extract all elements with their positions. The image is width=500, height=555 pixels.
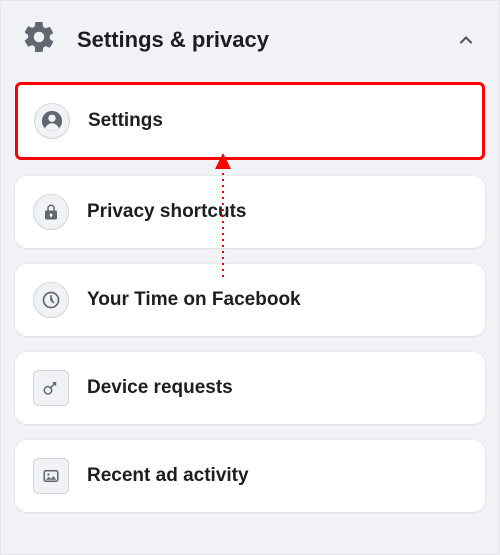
menu-item-label: Device requests xyxy=(87,377,233,399)
gear-icon xyxy=(21,19,57,60)
menu-item-label: Recent ad activity xyxy=(87,465,249,487)
menu-item-privacy-shortcuts[interactable]: Privacy shortcuts xyxy=(15,176,485,248)
header-title: Settings & privacy xyxy=(77,27,453,53)
menu-item-label: Settings xyxy=(88,110,163,132)
settings-privacy-header[interactable]: Settings & privacy xyxy=(1,1,499,74)
photo-icon xyxy=(33,458,69,494)
profile-icon xyxy=(34,103,70,139)
lock-icon xyxy=(33,194,69,230)
menu-item-label: Privacy shortcuts xyxy=(87,201,246,223)
menu-item-label: Your Time on Facebook xyxy=(87,289,301,311)
chevron-up-icon[interactable] xyxy=(453,27,479,53)
clock-icon xyxy=(33,282,69,318)
menu-item-recent-ad-activity[interactable]: Recent ad activity xyxy=(15,440,485,512)
menu-item-device-requests[interactable]: Device requests xyxy=(15,352,485,424)
menu-item-your-time[interactable]: Your Time on Facebook xyxy=(15,264,485,336)
key-icon xyxy=(33,370,69,406)
menu-item-settings[interactable]: Settings xyxy=(15,82,485,160)
settings-list: Settings Privacy shortcuts Your Time on … xyxy=(1,74,499,512)
